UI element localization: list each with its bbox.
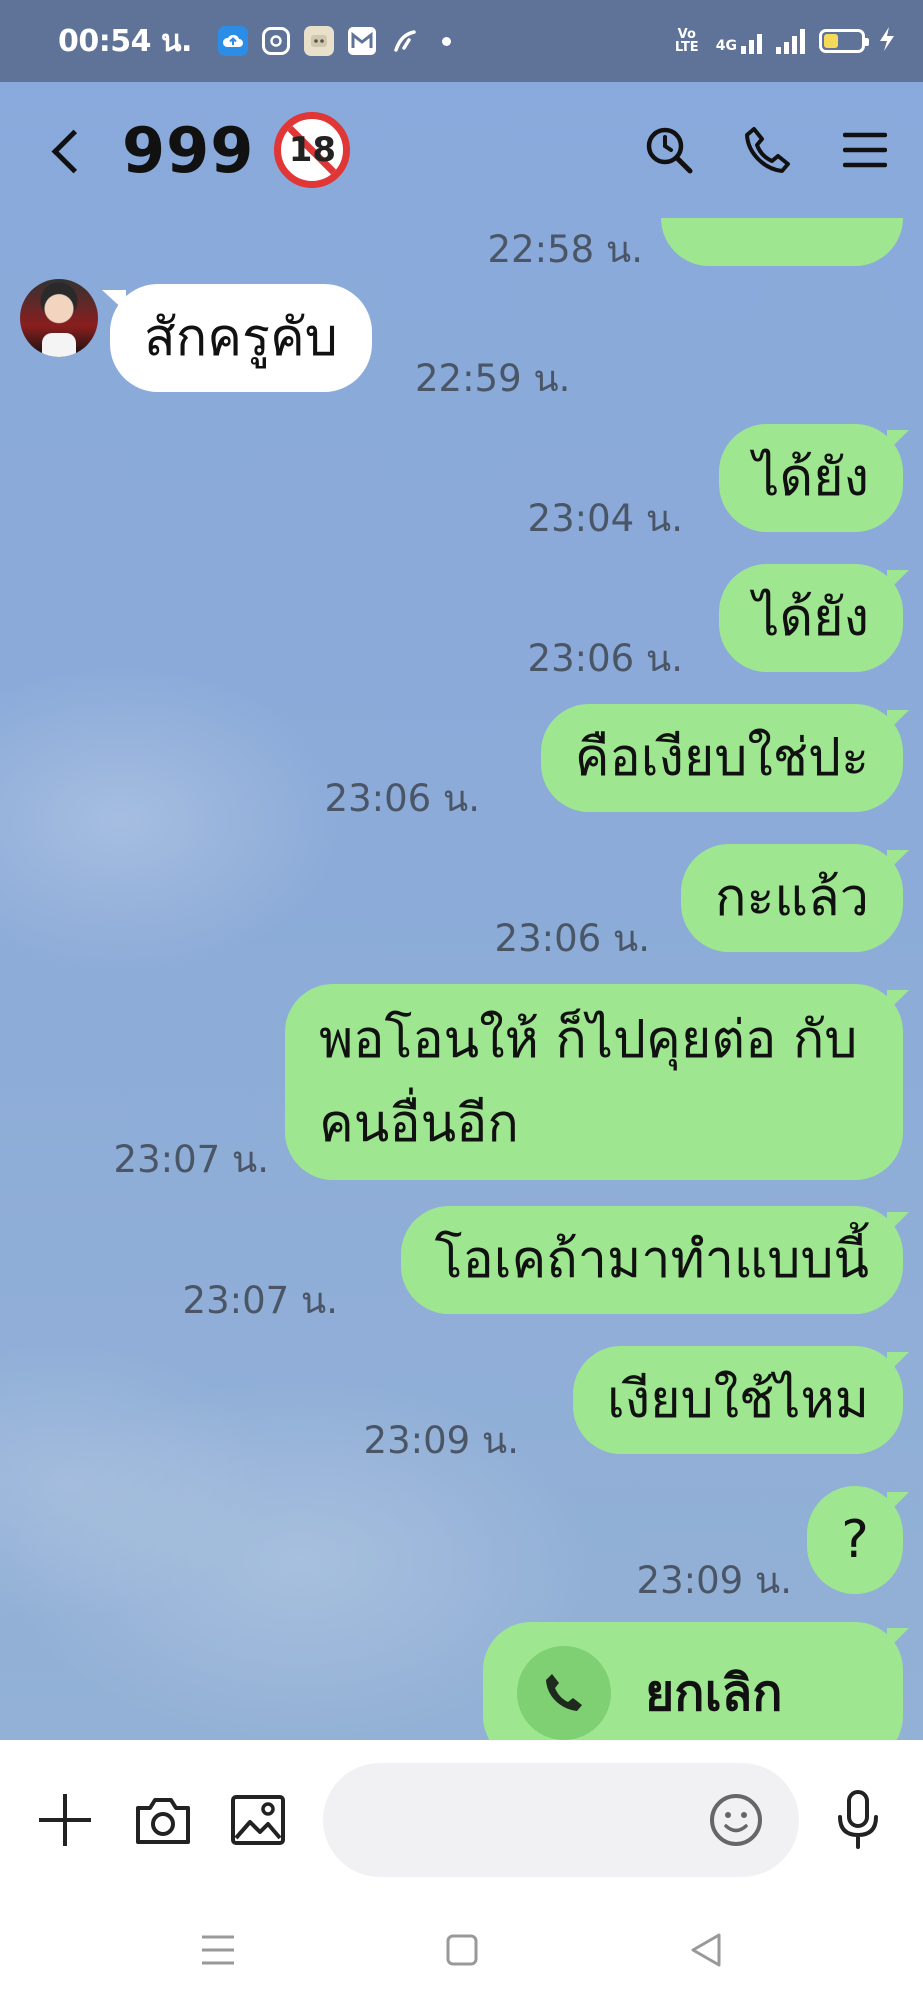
phone-icon [517, 1646, 611, 1740]
message-input-bar [0, 1740, 923, 1900]
status-bar: 00:54 น. Vo LTE 4G [0, 0, 923, 82]
notification-icons [217, 26, 451, 56]
menu-icon[interactable] [837, 122, 893, 178]
network-type-icon: 4G [716, 28, 762, 54]
message-time: 23:10 น. [308, 1728, 463, 1740]
message-bubble[interactable]: เงียบใช้ไหม [572, 1346, 903, 1454]
voice-message-button[interactable] [823, 1784, 893, 1856]
message-bubble[interactable]: ได้ยัง [719, 424, 903, 532]
chat-header: 999 18 [0, 82, 923, 218]
home-icon [446, 1934, 477, 1966]
message-bubble[interactable] [661, 218, 903, 266]
message-bubble[interactable]: คือเงียบใช่ปะ [540, 704, 903, 812]
message-time: 23:07 น. [182, 1279, 338, 1322]
message-bubble[interactable]: โอเคถ้ามาทำแบบนี้ [400, 1206, 903, 1314]
message-time: 23:06 น. [527, 637, 683, 680]
message-time: 23:06 น. [494, 917, 650, 960]
emoji-button[interactable] [701, 1785, 771, 1855]
back-arrow-icon[interactable] [40, 123, 94, 177]
recent-apps-icon [201, 1935, 234, 1965]
cloud-upload-icon [217, 26, 248, 56]
message-list[interactable]: 22:58 น. สักครูคับ 22:59 น. 23:04 น. ได้… [0, 218, 923, 1740]
emoji-icon [710, 1794, 763, 1846]
camera-button[interactable] [128, 1784, 198, 1856]
message-bubble[interactable]: พอโอนให้ ก็ไปคุยต่อ กับคนอื่นอีก [285, 984, 903, 1180]
message-time: 22:59 น. [415, 357, 571, 400]
add-attachment-button[interactable] [30, 1784, 100, 1856]
status-time: 00:54 น. [58, 23, 192, 59]
message-time: 22:58 น. [487, 228, 643, 271]
battery-icon [819, 29, 869, 53]
robot-app-icon [303, 26, 334, 56]
message-time: 23:04 น. [527, 497, 683, 540]
plus-icon [38, 1794, 91, 1846]
camera-icon [135, 1798, 190, 1844]
home-button[interactable] [440, 1928, 484, 1972]
message-input-wrap [293, 1763, 800, 1877]
volte-icon: Vo LTE [674, 27, 699, 55]
search-icon[interactable] [641, 122, 697, 178]
message-bubble[interactable]: กะแล้ว [681, 844, 903, 952]
call-status-label: ยกเลิก [645, 1664, 783, 1722]
avatar[interactable] [20, 279, 98, 357]
message-time: 23:07 น. [113, 1138, 269, 1181]
microphone-icon [838, 1790, 879, 1849]
system-navigation-bar [0, 1900, 923, 2000]
message-bubble[interactable]: ได้ยัง [719, 564, 903, 672]
signal-strength-icon [776, 28, 805, 54]
call-message-bubble[interactable]: ยกเลิก [483, 1622, 903, 1740]
recent-apps-button[interactable] [196, 1928, 240, 1972]
gmail-icon [347, 27, 376, 55]
back-button[interactable] [684, 1928, 728, 1972]
image-icon [231, 1795, 286, 1845]
more-notifications-dot-icon [441, 36, 451, 46]
chat-title: 999 [122, 113, 255, 187]
message-time: 23:06 น. [324, 777, 480, 820]
instagram-icon [261, 27, 290, 55]
message-bubble[interactable]: สักครูคับ [110, 284, 372, 392]
message-time: 23:09 น. [363, 1419, 519, 1462]
back-triangle-icon [691, 1933, 720, 1967]
system-status-icons: Vo LTE 4G [672, 26, 895, 56]
carrier-icon [390, 26, 420, 56]
gallery-button[interactable] [224, 1784, 294, 1856]
message-time: 23:09 น. [636, 1559, 792, 1602]
adult-content-badge-icon: 18 [274, 112, 351, 188]
charging-bolt-icon [879, 26, 895, 56]
message-bubble[interactable]: ? [807, 1486, 903, 1594]
phone-call-icon[interactable] [739, 122, 795, 178]
